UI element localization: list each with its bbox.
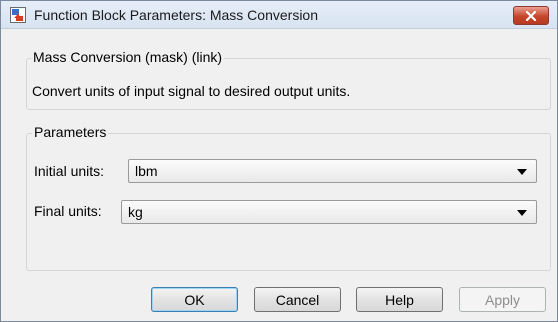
simulink-block-icon (10, 7, 26, 23)
parameters-legend: Parameters (32, 124, 109, 140)
chevron-down-icon (517, 169, 527, 175)
apply-button[interactable]: Apply (459, 287, 546, 312)
initial-units-label: Initial units: (34, 163, 105, 179)
final-units-label: Final units: (34, 203, 102, 219)
window-title: Function Block Parameters: Mass Conversi… (34, 7, 318, 23)
cancel-button[interactable]: Cancel (254, 287, 341, 312)
ok-button[interactable]: OK (151, 287, 238, 312)
close-x-icon (525, 10, 537, 21)
help-button[interactable]: Help (356, 287, 443, 312)
title-bar[interactable]: Function Block Parameters: Mass Conversi… (1, 1, 557, 29)
close-button[interactable] (513, 6, 549, 25)
block-name-legend: Mass Conversion (mask) (link) (31, 49, 225, 65)
block-description: Convert units of input signal to desired… (32, 83, 351, 99)
dialog-window: Function Block Parameters: Mass Conversi… (0, 0, 558, 322)
final-units-value: kg (128, 204, 143, 220)
final-units-select[interactable]: kg (121, 200, 537, 224)
initial-units-select[interactable]: lbm (128, 159, 537, 183)
initial-units-value: lbm (135, 163, 158, 179)
chevron-down-icon (517, 210, 527, 216)
